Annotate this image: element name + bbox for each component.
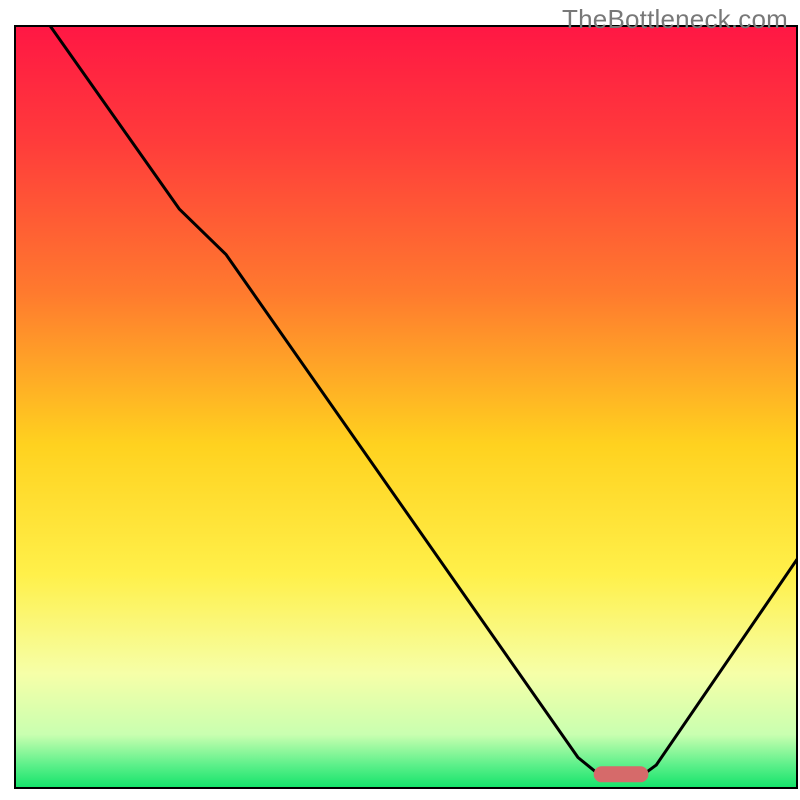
bottleneck-chart — [0, 0, 800, 800]
chart-container: TheBottleneck.com — [0, 0, 800, 800]
watermark-text: TheBottleneck.com — [562, 4, 788, 35]
optimal-marker — [594, 766, 649, 782]
